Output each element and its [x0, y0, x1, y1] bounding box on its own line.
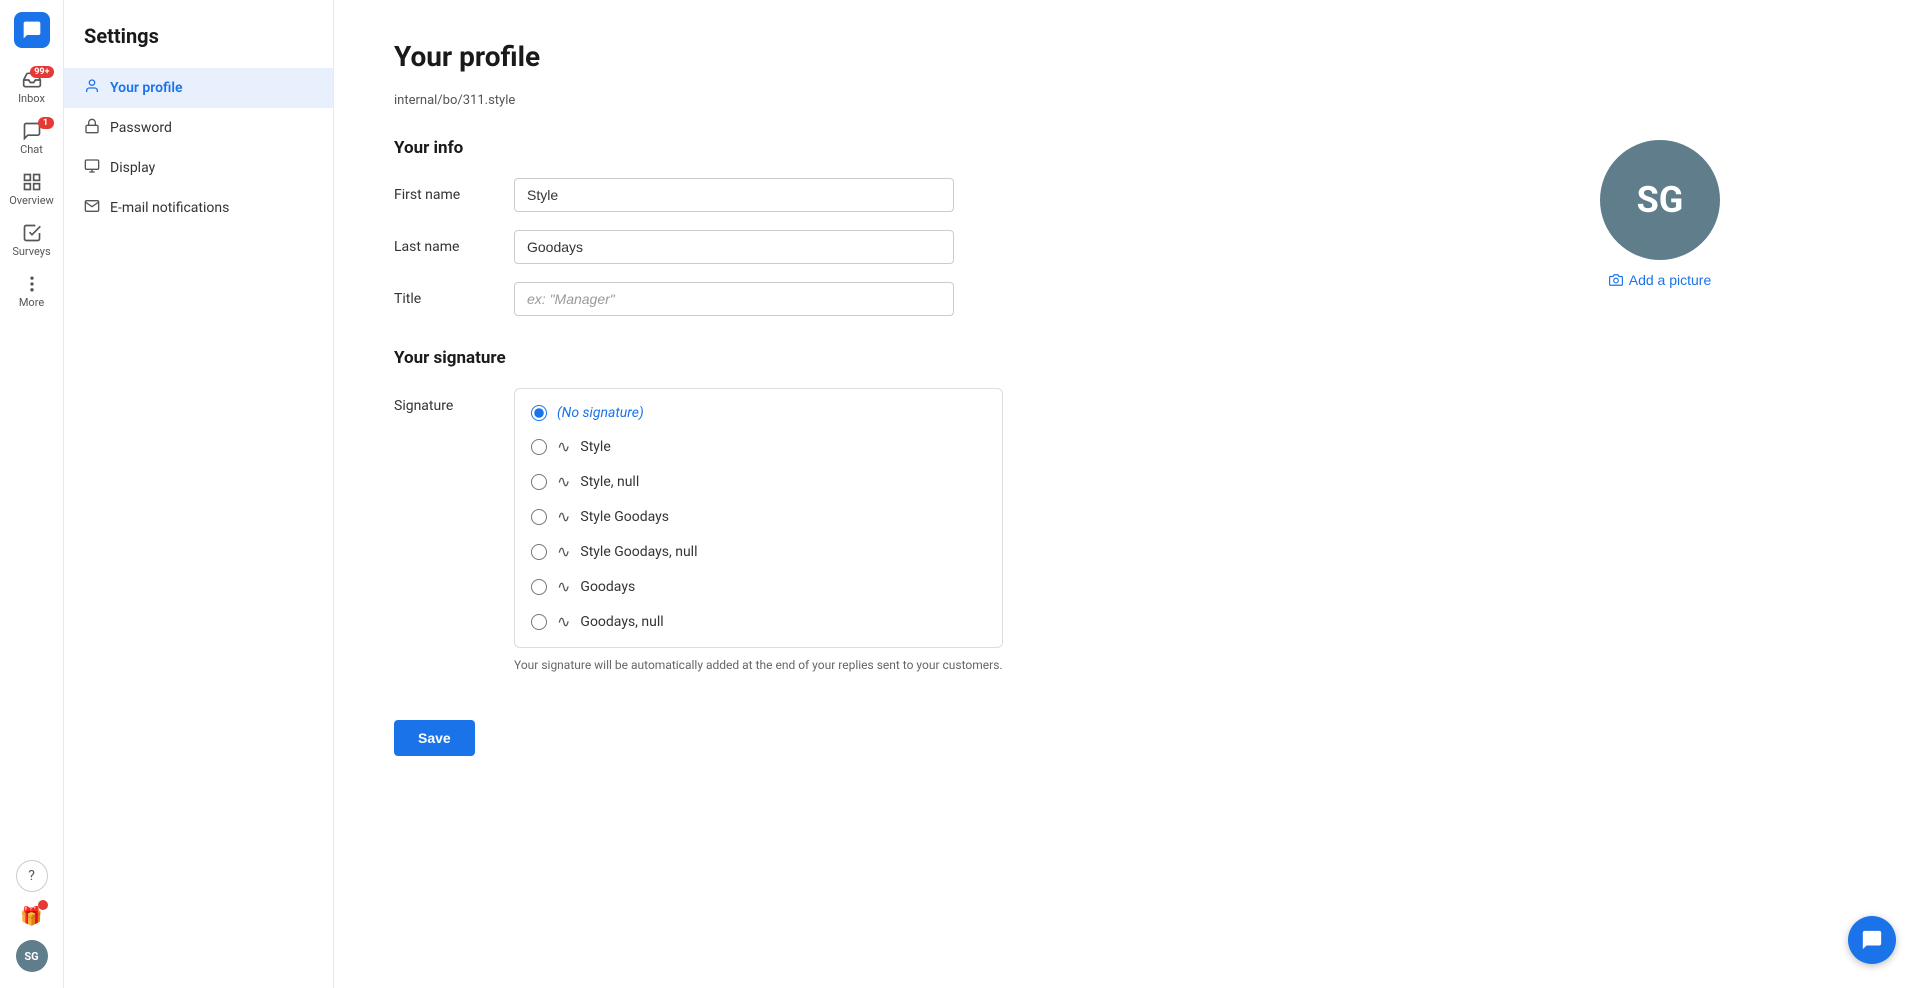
- nav-item-surveys[interactable]: Surveys: [6, 217, 58, 264]
- sig-radio-no-signature[interactable]: [531, 405, 547, 421]
- sig-wave-goodays: ∿: [557, 577, 570, 596]
- main-content: Your profile internal/bo/311.style SG Ad…: [334, 0, 1920, 988]
- chat-label: Chat: [20, 143, 43, 156]
- nav-item-inbox[interactable]: 99+ Inbox: [6, 64, 58, 111]
- add-picture-button[interactable]: Add a picture: [1609, 272, 1712, 288]
- sig-option-goodays[interactable]: ∿ Goodays: [515, 569, 1002, 604]
- gift-button[interactable]: 🎁: [16, 900, 48, 932]
- settings-nav-display[interactable]: Display: [64, 148, 333, 188]
- sig-label-no-signature: (No signature): [557, 405, 644, 421]
- sig-wave-style-null: ∿: [557, 472, 570, 491]
- sig-radio-goodays[interactable]: [531, 579, 547, 595]
- display-label: Display: [110, 160, 155, 176]
- sig-radio-goodays-null[interactable]: [531, 614, 547, 630]
- inbox-label: Inbox: [18, 92, 45, 105]
- lock-icon: [84, 118, 100, 138]
- more-label: More: [19, 296, 44, 309]
- first-name-input[interactable]: [514, 178, 954, 212]
- sig-radio-style-goodays-null[interactable]: [531, 544, 547, 560]
- sig-label-style: Style: [580, 439, 610, 455]
- last-name-label: Last name: [394, 239, 494, 255]
- last-name-input[interactable]: [514, 230, 954, 264]
- sig-wave-style: ∿: [557, 437, 570, 456]
- settings-sidebar: Settings Your profile Password Display: [64, 0, 334, 988]
- overview-label: Overview: [9, 194, 54, 207]
- your-signature-section: Your signature Signature (No signature) …: [394, 348, 1860, 672]
- password-label: Password: [110, 120, 172, 136]
- email-notifications-label: E-mail notifications: [110, 200, 229, 216]
- icon-sidebar: 99+ Inbox 1 Chat Overview S: [0, 0, 64, 988]
- sig-option-style-goodays-null[interactable]: ∿ Style Goodays, null: [515, 534, 1002, 569]
- sig-option-style-null[interactable]: ∿ Style, null: [515, 464, 1002, 499]
- settings-title: Settings: [64, 24, 333, 68]
- first-name-label: First name: [394, 187, 494, 203]
- title-label: Title: [394, 291, 494, 307]
- nav-item-more[interactable]: More: [6, 268, 58, 315]
- settings-nav-email[interactable]: E-mail notifications: [64, 188, 333, 228]
- save-button[interactable]: Save: [394, 720, 475, 756]
- chat-badge: 1: [38, 117, 54, 129]
- signature-hint: Your signature will be automatically add…: [514, 658, 1003, 672]
- sig-radio-style[interactable]: [531, 439, 547, 455]
- settings-nav-password[interactable]: Password: [64, 108, 333, 148]
- sig-label-style-null: Style, null: [580, 474, 639, 490]
- sig-option-style[interactable]: ∿ Style: [515, 429, 1002, 464]
- person-icon: [84, 78, 100, 98]
- sig-label-goodays-null: Goodays, null: [580, 614, 663, 630]
- profile-avatar-area: SG Add a picture: [1600, 140, 1720, 288]
- nav-item-chat[interactable]: 1 Chat: [6, 115, 58, 162]
- app-logo[interactable]: [14, 12, 50, 48]
- nav-item-overview[interactable]: Overview: [6, 166, 58, 213]
- inbox-badge: 99+: [30, 66, 53, 78]
- breadcrumb: internal/bo/311.style: [394, 93, 1860, 108]
- sig-label-style-goodays-null: Style Goodays, null: [580, 544, 697, 560]
- signature-row: Signature (No signature) ∿ Style ∿: [394, 388, 1860, 672]
- surveys-label: Surveys: [12, 245, 50, 258]
- your-profile-label: Your profile: [110, 80, 183, 96]
- sig-option-style-goodays[interactable]: ∿ Style Goodays: [515, 499, 1002, 534]
- sig-option-goodays-null[interactable]: ∿ Goodays, null: [515, 604, 1002, 639]
- sig-wave-style-goodays-null: ∿: [557, 542, 570, 561]
- help-button[interactable]: ?: [16, 860, 48, 892]
- add-picture-label: Add a picture: [1629, 272, 1712, 288]
- signature-options-box: (No signature) ∿ Style ∿ Style, null: [514, 388, 1003, 648]
- sig-label-style-goodays: Style Goodays: [580, 509, 669, 525]
- sig-label-goodays: Goodays: [580, 579, 635, 595]
- your-signature-title: Your signature: [394, 348, 1860, 368]
- sig-wave-style-goodays: ∿: [557, 507, 570, 526]
- title-input[interactable]: [514, 282, 954, 316]
- sig-wave-goodays-null: ∿: [557, 612, 570, 631]
- avatar: SG: [1600, 140, 1720, 260]
- sig-radio-style-goodays[interactable]: [531, 509, 547, 525]
- sig-option-no-signature[interactable]: (No signature): [515, 397, 1002, 429]
- signature-label: Signature: [394, 388, 494, 414]
- page-title: Your profile: [394, 40, 1860, 73]
- monitor-icon: [84, 158, 100, 178]
- chat-bubble-button[interactable]: [1848, 916, 1896, 964]
- sig-radio-style-null[interactable]: [531, 474, 547, 490]
- gift-badge: [38, 900, 48, 910]
- settings-nav-your-profile[interactable]: Your profile: [64, 68, 333, 108]
- email-icon: [84, 198, 100, 218]
- user-avatar-bottom[interactable]: SG: [16, 940, 48, 972]
